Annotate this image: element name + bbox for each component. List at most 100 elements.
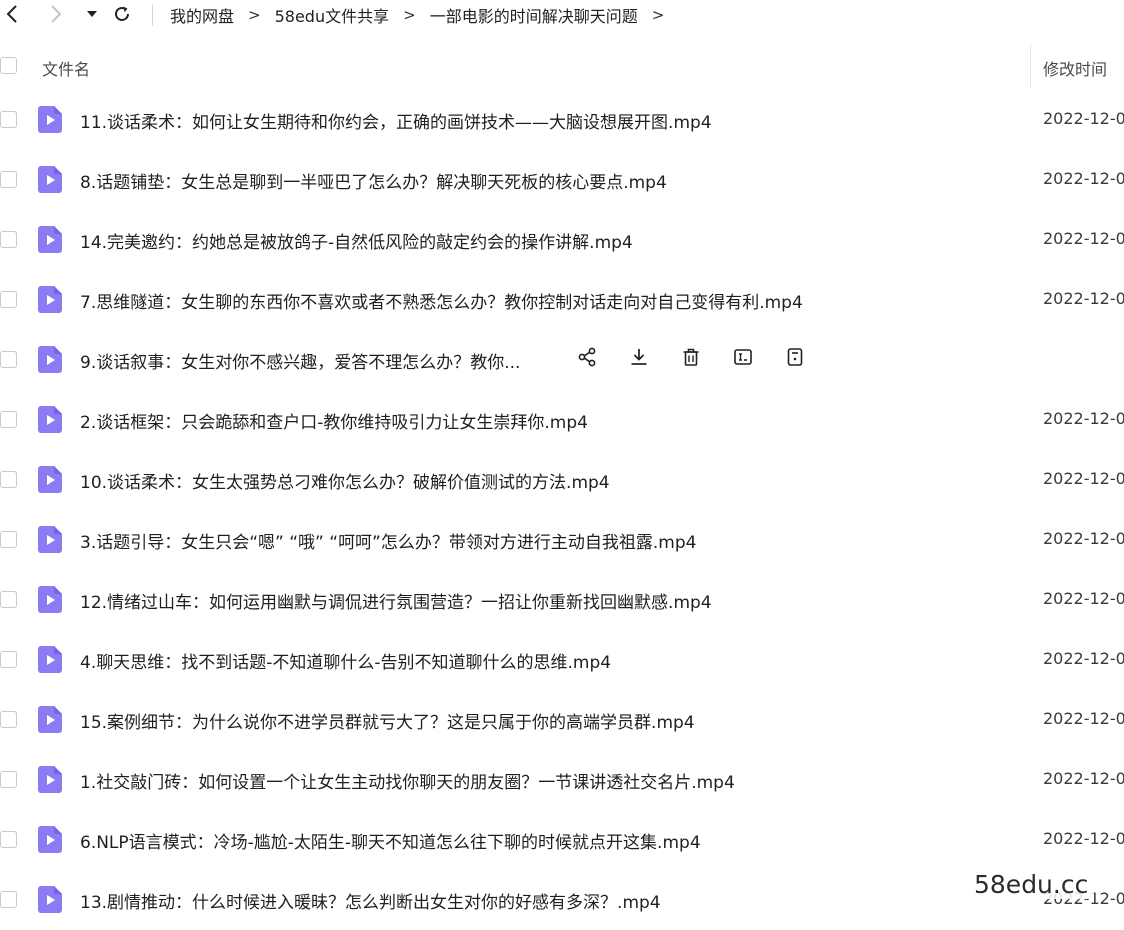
share-icon [577,347,597,371]
video-file-icon [38,466,62,493]
file-row[interactable]: 14.完美邀约：约她总是被放鸽子-自然低风险的敲定约会的操作讲解.mp4 2022… [0,210,1124,270]
row-checkbox[interactable] [0,231,17,248]
column-header-mtime[interactable]: 修改时间 [1043,56,1107,80]
file-mtime: 2022-12-0 [1043,229,1124,248]
download-icon [629,347,649,371]
column-divider[interactable] [1030,44,1031,88]
row-checkbox[interactable] [0,651,17,668]
file-row[interactable]: 3.话题引导：女生只会“嗯” “哦” “呵呵”怎么办？带领对方进行主动自我祖露.… [0,510,1124,570]
file-name[interactable]: 14.完美邀约：约她总是被放鸽子-自然低风险的敲定约会的操作讲解.mp4 [80,228,633,253]
file-row[interactable]: 2.谈话框架：只会跪舔和查户口-教你维持吸引力让女生崇拜你.mp4 2022-12… [0,390,1124,450]
chevron-left-icon [6,5,17,23]
video-file-icon [38,526,62,553]
breadcrumb-separator: > [248,6,261,24]
select-all-checkbox[interactable] [0,57,17,74]
file-mtime: 2022-12-0 [1043,529,1124,548]
history-dropdown-button[interactable] [84,2,100,26]
row-checkbox[interactable] [0,291,17,308]
back-button[interactable] [2,2,22,26]
watermark: 58edu.cc [968,870,1095,899]
breadcrumb-item-my-drive[interactable]: 我的网盘 [170,3,234,27]
video-file-icon [38,286,62,313]
breadcrumb: 我的网盘 > 58edu文件共享 > 一部电影的时间解决聊天问题 > [170,0,678,30]
file-row[interactable]: 15.案例细节：为什么说你不进学员群就亏大了？这是只属于你的高端学员群.mp4 2… [0,690,1124,750]
video-file-icon [38,706,62,733]
row-checkbox[interactable] [0,531,17,548]
caret-down-icon [87,11,97,17]
row-checkbox[interactable] [0,831,17,848]
breadcrumb-separator: > [403,6,416,24]
file-row[interactable]: 9.谈话叙事：女生对你不感兴趣，爱答不理怎么办？教你... [0,330,1124,390]
video-file-icon [38,766,62,793]
more-icon [785,347,805,371]
refresh-icon [115,6,129,21]
delete-button[interactable] [680,347,702,371]
row-checkbox[interactable] [0,771,17,788]
file-name[interactable]: 15.案例细节：为什么说你不进学员群就亏大了？这是只属于你的高端学员群.mp4 [80,708,695,733]
file-row[interactable]: 12.情绪过山车：如何运用幽默与调侃进行氛围营造？一招让你重新找回幽默感.mp4… [0,570,1124,630]
toolbar-divider [152,4,153,26]
file-name[interactable]: 10.谈话柔术：女生太强势总刁难你怎么办？破解价值测试的方法.mp4 [80,468,610,493]
file-row[interactable]: 1.社交敲门砖：如何设置一个让女生主动找你聊天的朋友圈？一节课讲透社交名片.mp… [0,750,1124,810]
file-row[interactable]: 8.话题铺垫：女生总是聊到一半哑巴了怎么办？解决聊天死板的核心要点.mp4 202… [0,150,1124,210]
file-name[interactable]: 2.谈话框架：只会跪舔和查户口-教你维持吸引力让女生崇拜你.mp4 [80,408,588,433]
video-file-icon [38,166,62,193]
file-mtime: 2022-12-0 [1043,709,1124,728]
file-mtime: 2022-12-0 [1043,589,1124,608]
file-row[interactable]: 6.NLP语言模式：冷场-尴尬-太陌生-聊天不知道怎么往下聊的时候就点开这集.m… [0,810,1124,870]
breadcrumb-item-shared[interactable]: 58edu文件共享 [275,3,390,27]
rename-button[interactable] [732,347,754,371]
video-file-icon [38,406,62,433]
file-mtime: 2022-12-0 [1043,109,1124,128]
file-mtime: 2022-12-0 [1043,469,1124,488]
file-name[interactable]: 1.社交敲门砖：如何设置一个让女生主动找你聊天的朋友圈？一节课讲透社交名片.mp… [80,768,735,793]
video-file-icon [38,886,62,913]
row-checkbox[interactable] [0,711,17,728]
file-row[interactable]: 13.剧情推动：什么时候进入暖昧？怎么判断出女生对你的好感有多深？.mp4202… [0,870,1124,930]
file-name[interactable]: 4.聊天思维：找不到话题-不知道聊什么-告别不知道聊什么的思维.mp4 [80,648,611,673]
file-name[interactable]: 11.谈话柔术：如何让女生期待和你约会，正确的画饼技术——大脑设想展开图.mp4 [80,108,712,133]
row-checkbox[interactable] [0,591,17,608]
delete-icon [681,347,701,371]
refresh-button[interactable] [110,2,134,26]
video-file-icon [38,226,62,253]
file-mtime: 2022-12-0 [1043,169,1124,188]
rename-icon [733,347,753,371]
file-name[interactable]: 13.剧情推动：什么时候进入暖昧？怎么判断出女生对你的好感有多深？.mp4 [80,888,661,913]
video-file-icon [38,586,62,613]
file-mtime: 2022-12-0 [1043,829,1124,848]
more-button[interactable] [784,347,806,371]
row-checkbox[interactable] [0,471,17,488]
file-row[interactable]: 7.思维隧道：女生聊的东西你不喜欢或者不熟悉怎么办？教你控制对话走向对自己变得有… [0,270,1124,330]
file-row[interactable]: 4.聊天思维：找不到话题-不知道聊什么-告别不知道聊什么的思维.mp4 2022-… [0,630,1124,690]
row-checkbox[interactable] [0,111,17,128]
file-mtime: 2022-12-0 [1043,769,1124,788]
toolbar: 我的网盘 > 58edu文件共享 > 一部电影的时间解决聊天问题 > [0,0,1124,30]
file-mtime: 2022-12-0 [1043,289,1124,308]
row-checkbox[interactable] [0,411,17,428]
forward-button[interactable] [46,2,66,26]
file-name[interactable]: 6.NLP语言模式：冷场-尴尬-太陌生-聊天不知道怎么往下聊的时候就点开这集.m… [80,828,701,853]
column-header-name[interactable]: 文件名 [42,56,90,80]
file-mtime: 2022-12-0 [1043,649,1124,668]
row-checkbox[interactable] [0,891,17,908]
file-row[interactable]: 11.谈话柔术：如何让女生期待和你约会，正确的画饼技术——大脑设想展开图.mp4… [0,90,1124,150]
row-checkbox[interactable] [0,171,17,188]
file-name[interactable]: 8.话题铺垫：女生总是聊到一半哑巴了怎么办？解决聊天死板的核心要点.mp4 [80,168,667,193]
file-name[interactable]: 12.情绪过山车：如何运用幽默与调侃进行氛围营造？一招让你重新找回幽默感.mp4 [80,588,712,613]
breadcrumb-item-current-folder[interactable]: 一部电影的时间解决聊天问题 [430,3,638,27]
file-name[interactable]: 9.谈话叙事：女生对你不感兴趣，爱答不理怎么办？教你... [80,348,520,373]
breadcrumb-separator: > [651,6,665,24]
share-button[interactable] [576,347,598,371]
chevron-right-icon [51,5,62,23]
file-mtime: 2022-12-0 [1043,409,1124,428]
download-button[interactable] [628,347,650,371]
file-name[interactable]: 3.话题引导：女生只会“嗯” “哦” “呵呵”怎么办？带领对方进行主动自我祖露.… [80,528,696,553]
row-hover-actions [576,347,806,371]
file-list-header: 文件名 修改时间 [0,44,1124,88]
video-file-icon [38,646,62,673]
video-file-icon [38,826,62,853]
file-name[interactable]: 7.思维隧道：女生聊的东西你不喜欢或者不熟悉怎么办？教你控制对话走向对自己变得有… [80,288,803,313]
file-row[interactable]: 10.谈话柔术：女生太强势总刁难你怎么办？破解价值测试的方法.mp4 2022-1… [0,450,1124,510]
row-checkbox[interactable] [0,351,17,368]
